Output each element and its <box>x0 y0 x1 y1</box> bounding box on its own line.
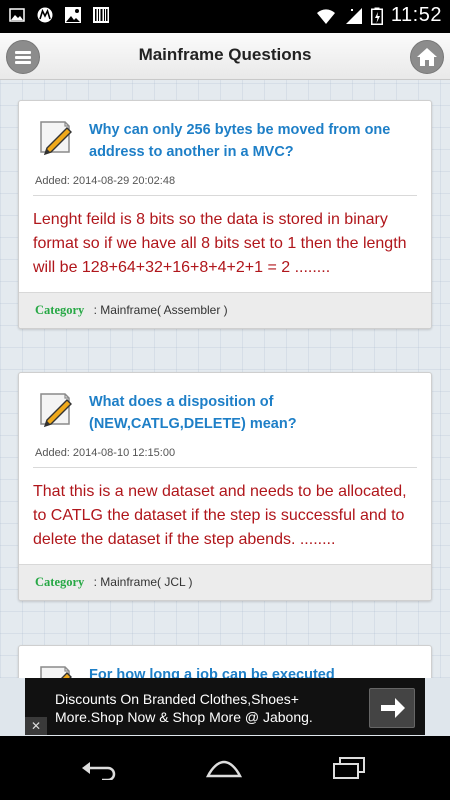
ad-banner[interactable]: Discounts On Branded Clothes,Shoes+ More… <box>25 678 425 735</box>
question-title[interactable]: For how long a job can be executed conti… <box>89 664 419 678</box>
category-row: Category : Mainframe( Assembler ) <box>19 292 431 328</box>
recent-apps-icon[interactable] <box>330 756 370 780</box>
system-icons: 11:52 <box>315 4 442 27</box>
added-date: Added: 2014-08-29 20:02:48 <box>35 175 176 187</box>
category-value: : Mainframe( Assembler ) <box>93 303 228 317</box>
category-row: Category : Mainframe( JCL ) <box>19 564 431 600</box>
added-date: Added: 2014-08-10 12:15:00 <box>35 447 176 459</box>
page-title: Mainframe Questions <box>138 45 312 64</box>
question-title[interactable]: Why can only 256 bytes be moved from one… <box>89 119 419 163</box>
card-header: For how long a job can be executed conti… <box>19 646 431 678</box>
app-header: Mainframe Questions <box>0 33 450 80</box>
motorola-icon <box>37 7 53 23</box>
ad-text[interactable]: Discounts On Branded Clothes,Shoes+ More… <box>55 690 355 726</box>
home-icon <box>417 48 437 66</box>
card-header: Why can only 256 bytes be moved from one… <box>19 101 431 165</box>
home-button[interactable] <box>410 40 444 74</box>
wifi-icon <box>316 8 335 24</box>
question-card[interactable]: Why can only 256 bytes be moved from one… <box>18 100 432 329</box>
arrow-right-icon <box>381 698 405 718</box>
clock: 11:52 <box>390 4 442 26</box>
back-icon[interactable] <box>78 756 118 780</box>
questions-list[interactable]: Why can only 256 bytes be moved from one… <box>0 80 450 678</box>
pencil-note-icon <box>40 666 72 678</box>
answer-text[interactable]: Lenght feild is 8 bits so the data is st… <box>19 196 431 292</box>
answer-text[interactable]: That this is a new dataset and needs to … <box>19 468 431 564</box>
question-card[interactable]: What does a disposition of (NEW,CATLG,DE… <box>18 372 432 601</box>
notification-icons <box>8 6 110 24</box>
navigation-bar <box>0 736 450 800</box>
status-bar: 11:52 <box>0 0 450 33</box>
pencil-note-icon <box>40 121 72 156</box>
ad-arrow-button[interactable] <box>369 688 415 728</box>
signal-icon <box>345 7 362 24</box>
photo-icon <box>65 7 81 23</box>
category-label: Category <box>35 303 85 317</box>
question-card[interactable]: For how long a job can be executed conti… <box>18 645 432 678</box>
category-value: : Mainframe( JCL ) <box>93 575 193 589</box>
battery-icon <box>370 7 383 25</box>
pencil-note-icon <box>40 393 72 428</box>
question-title[interactable]: What does a disposition of (NEW,CATLG,DE… <box>89 391 419 435</box>
ad-close-button[interactable]: ✕ <box>25 717 47 735</box>
barcode-icon <box>93 7 109 23</box>
category-label: Category <box>35 575 85 589</box>
home-nav-icon[interactable] <box>204 756 244 780</box>
image-icon <box>9 8 25 22</box>
card-header: What does a disposition of (NEW,CATLG,DE… <box>19 373 431 437</box>
